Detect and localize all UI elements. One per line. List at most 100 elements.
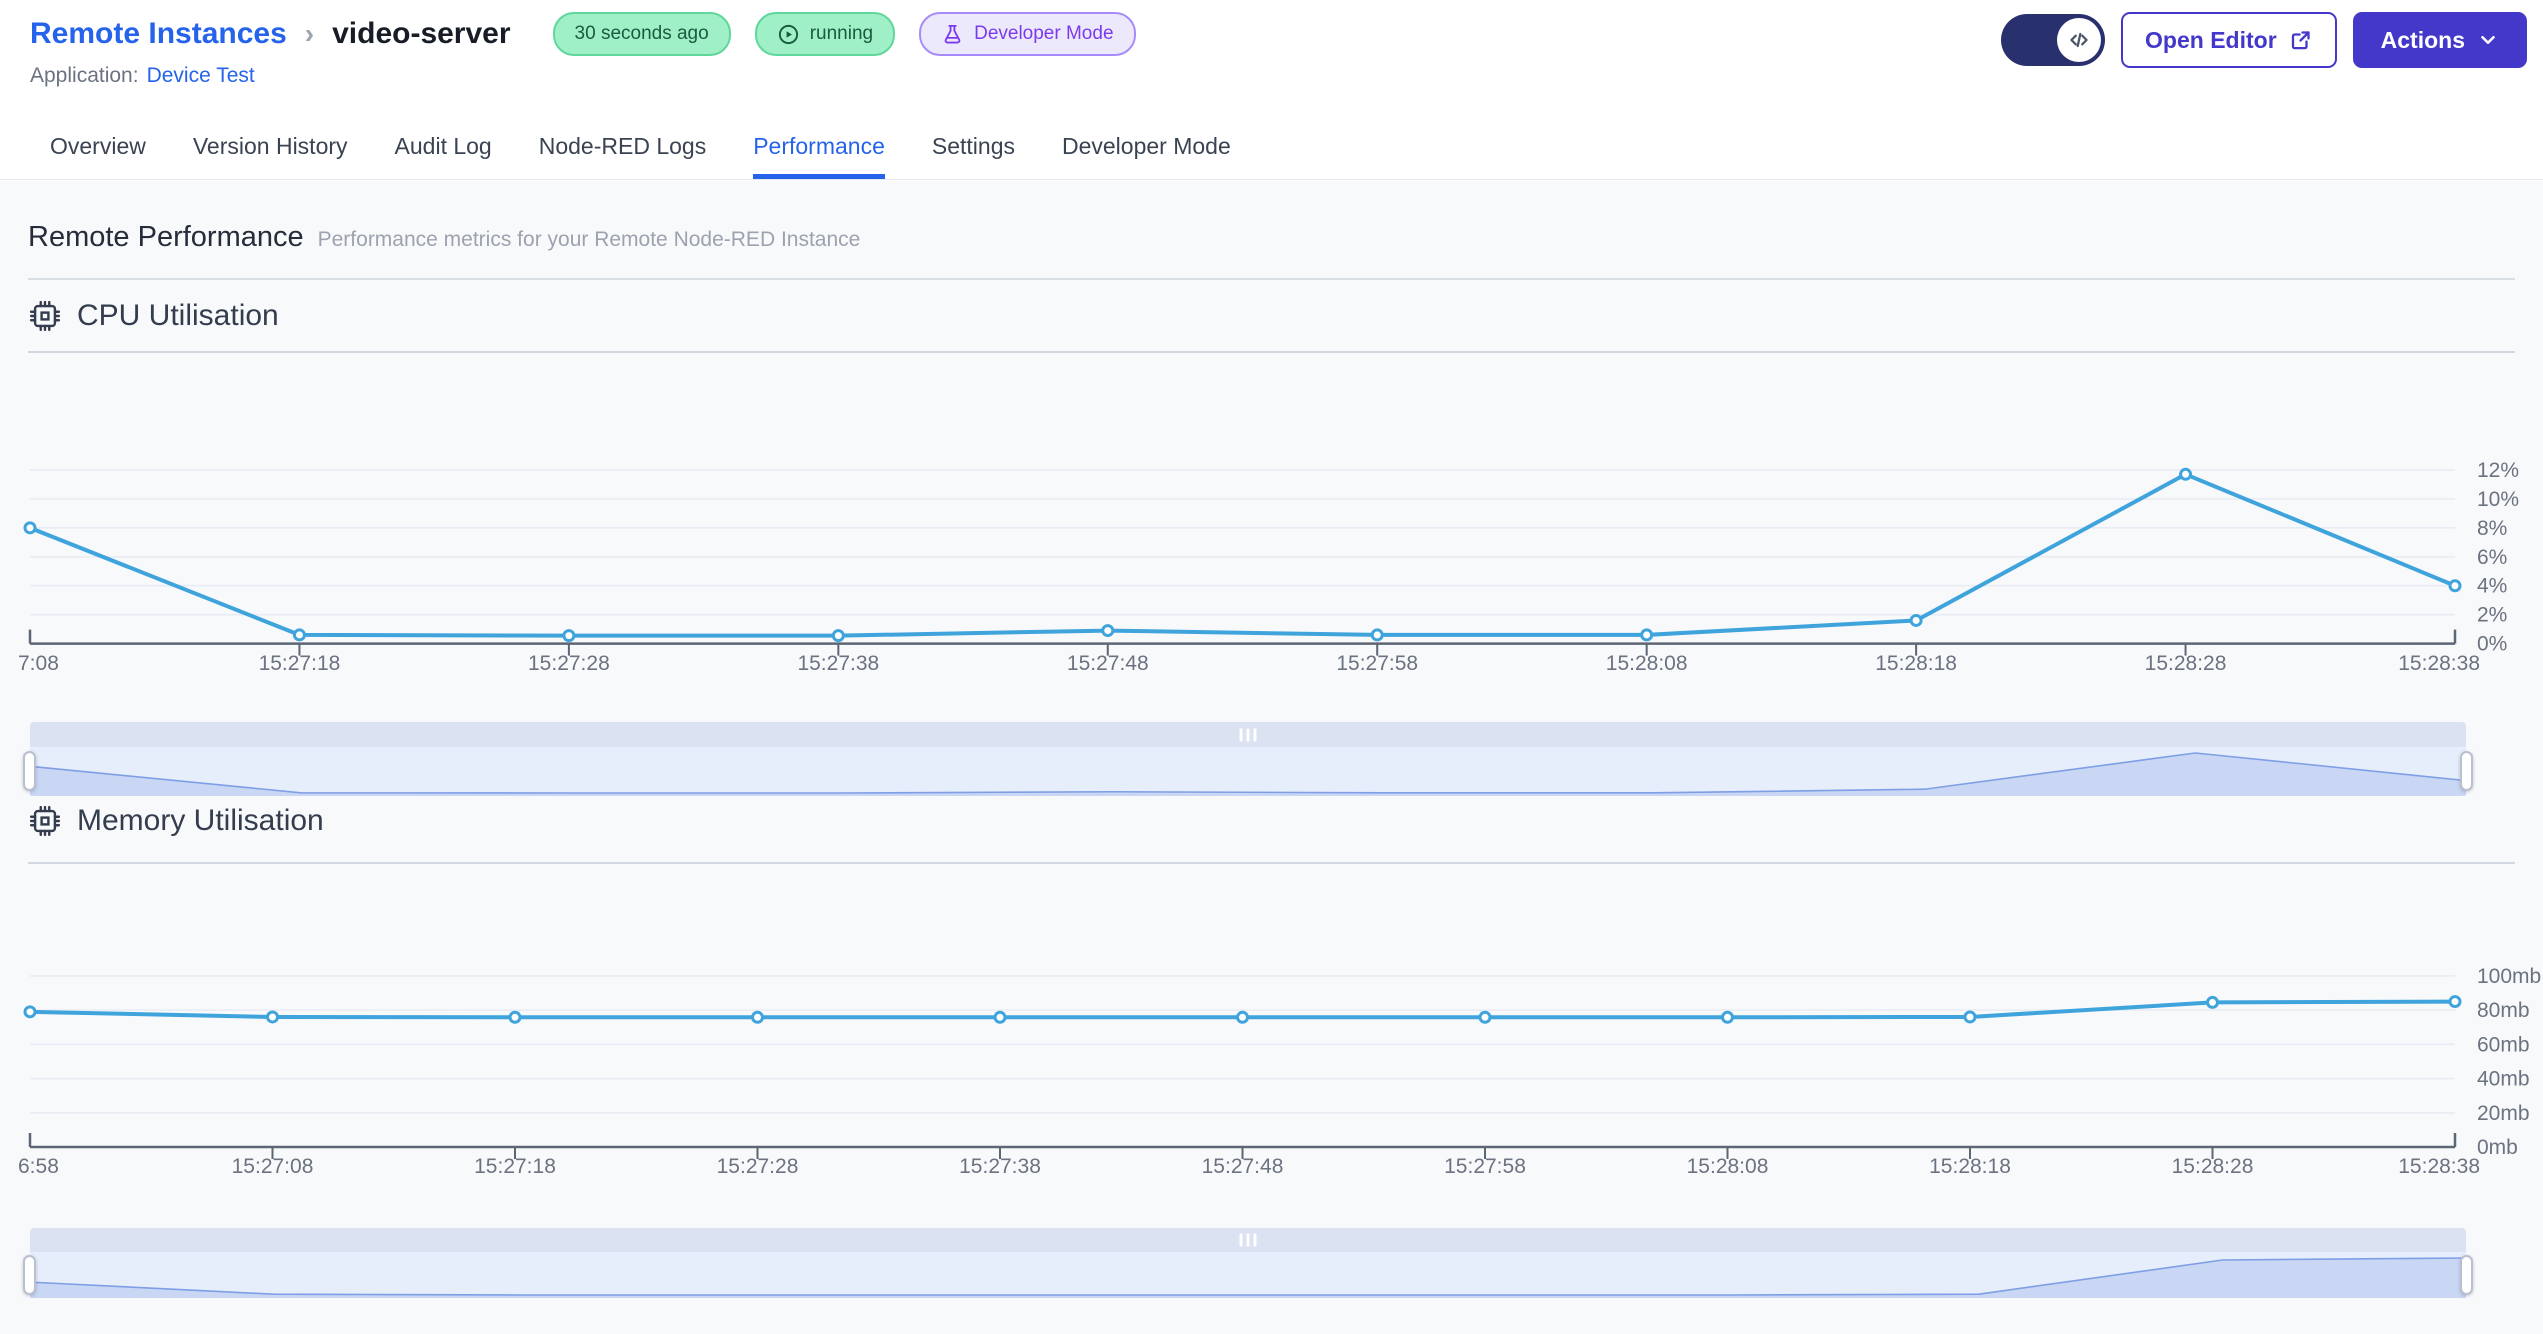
play-circle-icon xyxy=(777,23,800,46)
y-axis-tick-label: 10% xyxy=(2477,488,2519,511)
cpu-chip-icon xyxy=(28,299,62,333)
tab-version-history[interactable]: Version History xyxy=(193,118,348,179)
data-point-marker xyxy=(2448,995,2462,1009)
tab-developer-mode[interactable]: Developer Mode xyxy=(1062,118,1231,179)
memory-nav-handle-right[interactable] xyxy=(2460,1255,2473,1295)
x-axis-tick-label: 15:28:18 xyxy=(1929,1155,2011,1178)
data-point-marker xyxy=(1101,624,1115,638)
x-axis-tick-label: 15:28:38 xyxy=(2398,652,2480,675)
actions-button[interactable]: Actions xyxy=(2352,12,2527,68)
x-axis-tick-label: 15:27:28 xyxy=(717,1155,799,1178)
data-point-marker xyxy=(508,1010,522,1024)
breadcrumb: Remote Instances › video-server 30 secon… xyxy=(30,12,1136,56)
y-axis-tick-label: 8% xyxy=(2477,517,2507,540)
data-point-marker xyxy=(1640,628,1654,642)
page-title: Remote Performance xyxy=(28,221,304,253)
data-point-marker xyxy=(831,629,845,643)
divider xyxy=(28,278,2515,280)
x-axis-tick-label: 15:27:38 xyxy=(959,1155,1041,1178)
data-point-marker xyxy=(993,1010,1007,1024)
last-seen-label: 30 seconds ago xyxy=(574,23,709,44)
open-editor-label: Open Editor xyxy=(2145,26,2277,53)
cpu-section-title: CPU Utilisation xyxy=(77,299,279,332)
x-axis-tick-label: 15:27:18 xyxy=(474,1155,556,1178)
divider xyxy=(28,351,2515,353)
x-axis-tick-label: 15:27:08 xyxy=(232,1155,314,1178)
memory-section-title: Memory Utilisation xyxy=(77,804,324,837)
cpu-utilisation-chart[interactable]: 0% 2% 4% 6% 8% 10% 12% 7:08 15:27:18 15:27:28 15:2… xyxy=(0,420,2543,680)
y-axis-tick-label: 0% xyxy=(2477,633,2507,656)
tab-performance[interactable]: Performance xyxy=(753,118,885,179)
x-axis-tick-label: 15:27:48 xyxy=(1202,1155,1284,1178)
memory-utilisation-chart[interactable]: 0mb 20mb 40mb 60mb 80mb 100mb 6:58 15:27:08 15:2… xyxy=(0,930,2543,1190)
x-axis-tick-label: 15:28:38 xyxy=(2398,1155,2480,1178)
tab-node-red-logs[interactable]: Node-RED Logs xyxy=(539,118,706,179)
memory-nav-handle-left[interactable] xyxy=(23,1255,36,1295)
breadcrumb-root-link[interactable]: Remote Instances xyxy=(30,17,287,51)
breadcrumb-separator: › xyxy=(304,18,315,49)
cpu-nav-scrollbar[interactable] xyxy=(30,722,2466,747)
x-axis-tick-label: 15:27:28 xyxy=(528,652,610,675)
x-axis-tick-label: 15:28:08 xyxy=(1606,652,1688,675)
cpu-nav-handle-left[interactable] xyxy=(23,751,36,791)
header: Remote Instances › video-server 30 secon… xyxy=(0,0,2543,118)
tab-settings[interactable]: Settings xyxy=(932,118,1015,179)
data-point-marker xyxy=(1236,1010,1249,1024)
y-axis-tick-label: 12% xyxy=(2477,459,2519,482)
x-axis-tick-label: 15:27:38 xyxy=(797,652,879,675)
x-axis-tick-label: 15:27:48 xyxy=(1067,652,1149,675)
x-axis-tick-label: 15:27:58 xyxy=(1444,1155,1526,1178)
application-label: Application: xyxy=(30,64,139,87)
data-point-marker xyxy=(1370,628,1384,642)
header-actions: Open Editor Actions xyxy=(2001,12,2527,68)
breadcrumb-current: video-server xyxy=(332,17,511,50)
developer-mode-label: Developer Mode xyxy=(974,23,1114,44)
chevron-down-icon xyxy=(2477,29,2499,51)
memory-section-header: Memory Utilisation xyxy=(28,804,324,838)
drag-grip-icon[interactable] xyxy=(1239,1233,1257,1247)
data-point-marker xyxy=(2448,579,2462,593)
data-point-marker xyxy=(1478,1010,1492,1024)
tab-overview[interactable]: Overview xyxy=(50,118,146,179)
application-link[interactable]: Device Test xyxy=(147,64,255,88)
main-content: Remote Performance Performance metrics f… xyxy=(0,181,2543,1334)
status-badge: running xyxy=(754,12,896,56)
data-point-marker xyxy=(751,1010,764,1024)
data-point-marker xyxy=(2179,467,2193,481)
y-axis-tick-label: 2% xyxy=(2477,604,2507,627)
data-point-marker xyxy=(562,629,576,643)
memory-nav-scrollbar[interactable] xyxy=(30,1228,2466,1252)
cpu-chart-navigator xyxy=(23,722,2473,796)
editor-availability-toggle[interactable] xyxy=(2001,14,2106,66)
x-axis-tick-label: 15:28:18 xyxy=(1875,652,1957,675)
tab-audit-log[interactable]: Audit Log xyxy=(395,118,492,179)
y-axis-tick-label: 0mb xyxy=(2477,1136,2518,1159)
data-point-marker xyxy=(292,628,306,642)
memory-nav-window[interactable] xyxy=(30,1252,2466,1298)
actions-label: Actions xyxy=(2380,26,2465,53)
tab-bar: Overview Version History Audit Log Node-RED… xyxy=(0,118,2543,180)
y-axis-tick-label: 6% xyxy=(2477,546,2507,569)
x-axis-tick-label: 15:27:18 xyxy=(259,652,341,675)
developer-mode-badge: Developer Mode xyxy=(919,12,1136,56)
code-icon xyxy=(2057,18,2102,62)
data-point-marker xyxy=(23,1005,37,1019)
x-axis-tick-label: 7:08 xyxy=(18,652,59,675)
application-row: Application: Device Test xyxy=(30,64,255,88)
cpu-nav-window[interactable] xyxy=(30,747,2466,796)
x-axis-tick-label: 15:28:28 xyxy=(2172,1155,2254,1178)
external-link-icon xyxy=(2289,28,2313,52)
flask-icon xyxy=(941,23,964,46)
x-axis-tick-label: 15:28:28 xyxy=(2145,652,2227,675)
open-editor-button[interactable]: Open Editor xyxy=(2121,12,2337,68)
cpu-section-header: CPU Utilisation xyxy=(28,299,279,333)
y-axis-tick-label: 60mb xyxy=(2477,1033,2530,1056)
drag-grip-icon[interactable] xyxy=(1239,728,1257,741)
y-axis-tick-label: 20mb xyxy=(2477,1102,2530,1125)
cpu-nav-handle-right[interactable] xyxy=(2460,751,2473,791)
last-seen-badge: 30 seconds ago xyxy=(552,12,731,56)
data-point-marker xyxy=(266,1010,279,1024)
memory-chart-navigator xyxy=(23,1228,2473,1298)
page-subtitle: Performance metrics for your Remote Node… xyxy=(317,228,861,251)
memory-chip-icon xyxy=(28,804,62,838)
